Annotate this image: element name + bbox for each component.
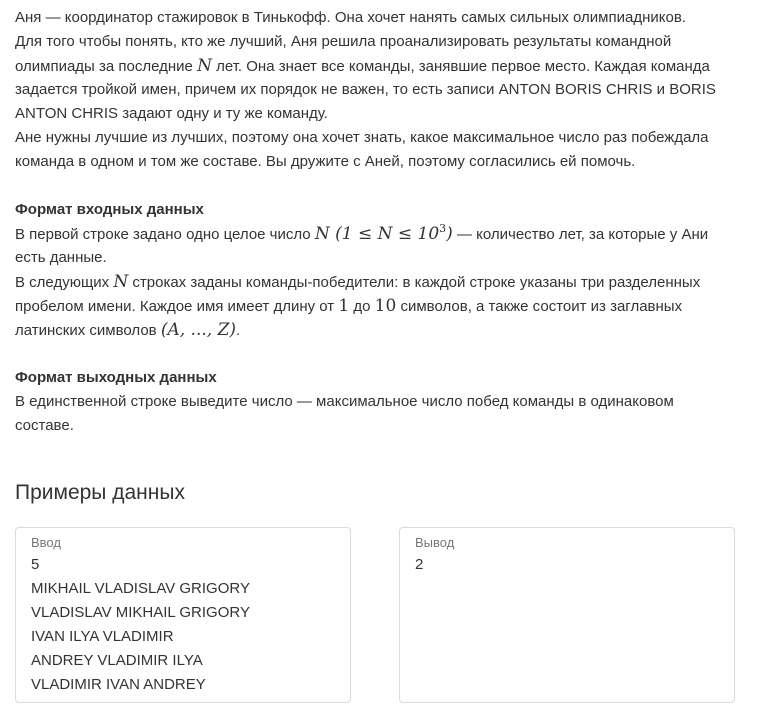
example-output-content[interactable]: 2 [415, 553, 423, 577]
statement-line: пробелом имени. Каждое имя имеет длину о… [15, 294, 745, 318]
statement-text: В первой строке задано одно целое число [15, 226, 311, 243]
statement-line: составе. [15, 417, 74, 434]
example-input-line: 5 [31, 556, 40, 573]
statement-text: пробелом имени. Каждое имя имеет длину о… [15, 298, 335, 315]
problem-statement: Аня — координатор стажировок в Тинькофф.… [15, 6, 745, 438]
statement-text: строках заданы команды-победители: в каж… [132, 274, 701, 291]
math-number: 1 [338, 296, 350, 316]
example-output-label: Вывод [415, 535, 455, 550]
statement-line: Аня — координатор стажировок в Тинькофф.… [15, 9, 686, 26]
statement-line: задается тройкой имен, причем их порядок… [15, 81, 716, 98]
statement-line: латинских символов (A, ..., Z). [15, 318, 745, 342]
input-format-heading: Формат входных данных [15, 201, 204, 218]
example-input-line: MIKHAIL VLADISLAV GRIGORY [31, 580, 250, 597]
math-alphabet: (A, ..., Z) [160, 320, 237, 340]
example-output-line: 2 [415, 556, 424, 573]
statement-text: латинских символов [15, 322, 157, 339]
statement-text: — количество лет, за которые у Ани [456, 226, 709, 243]
problem-page: Аня — координатор стажировок в Тинькофф.… [0, 0, 760, 718]
statement-text: олимпиады за последние [15, 58, 193, 75]
example-input-line: VLADIMIR IVAN ANDREY [31, 676, 206, 693]
statement-line: ANTON CHRIS задают одну и ту же команду. [15, 105, 328, 122]
statement-text: символов, а также состоит из заглавных [400, 298, 683, 315]
examples-title: Примеры данных [15, 481, 185, 504]
example-input-line: ANDREY VLADIMIR ILYA [31, 652, 203, 669]
statement-line: команда в одном и том же составе. Вы дру… [15, 153, 636, 170]
statement-line: В единственной строке выведите число — м… [15, 393, 674, 410]
math-variable-n: N [113, 272, 129, 292]
statement-line: Ане нужны лучшие из лучших, поэтому она … [15, 129, 709, 146]
example-input-line: IVAN ILYA VLADIMIR [31, 628, 174, 645]
statement-text: до [353, 298, 371, 315]
math-number: 10 [374, 296, 397, 316]
statement-line: В первой строке задано одно целое число … [15, 222, 745, 246]
example-input-label: Ввод [31, 535, 61, 550]
statement-text: . [236, 322, 241, 339]
output-format-heading: Формат выходных данных [15, 369, 217, 386]
statement-line: олимпиады за последние N лет. Она знает … [15, 54, 745, 78]
example-input-line: VLADISLAV MIKHAIL GRIGORY [31, 604, 250, 621]
math-variable-n: N [197, 56, 212, 76]
example-output-box[interactable]: Вывод 2 [399, 527, 735, 703]
statement-text: лет. Она знает все команды, занявшие пер… [216, 58, 710, 75]
statement-line: В следующих N строках заданы команды-поб… [15, 270, 745, 294]
math-constraint: N (1 ≤ N ≤ 103) [314, 222, 453, 244]
statement-text: В следующих [15, 274, 110, 291]
example-input-content[interactable]: 5 MIKHAIL VLADISLAV GRIGORY VLADISLAV MI… [31, 553, 250, 697]
statement-line: Для того чтобы понять, кто же лучший, Ан… [15, 33, 672, 50]
example-input-box[interactable]: Ввод 5 MIKHAIL VLADISLAV GRIGORY VLADISL… [15, 527, 351, 703]
statement-line: есть данные. [15, 249, 107, 266]
